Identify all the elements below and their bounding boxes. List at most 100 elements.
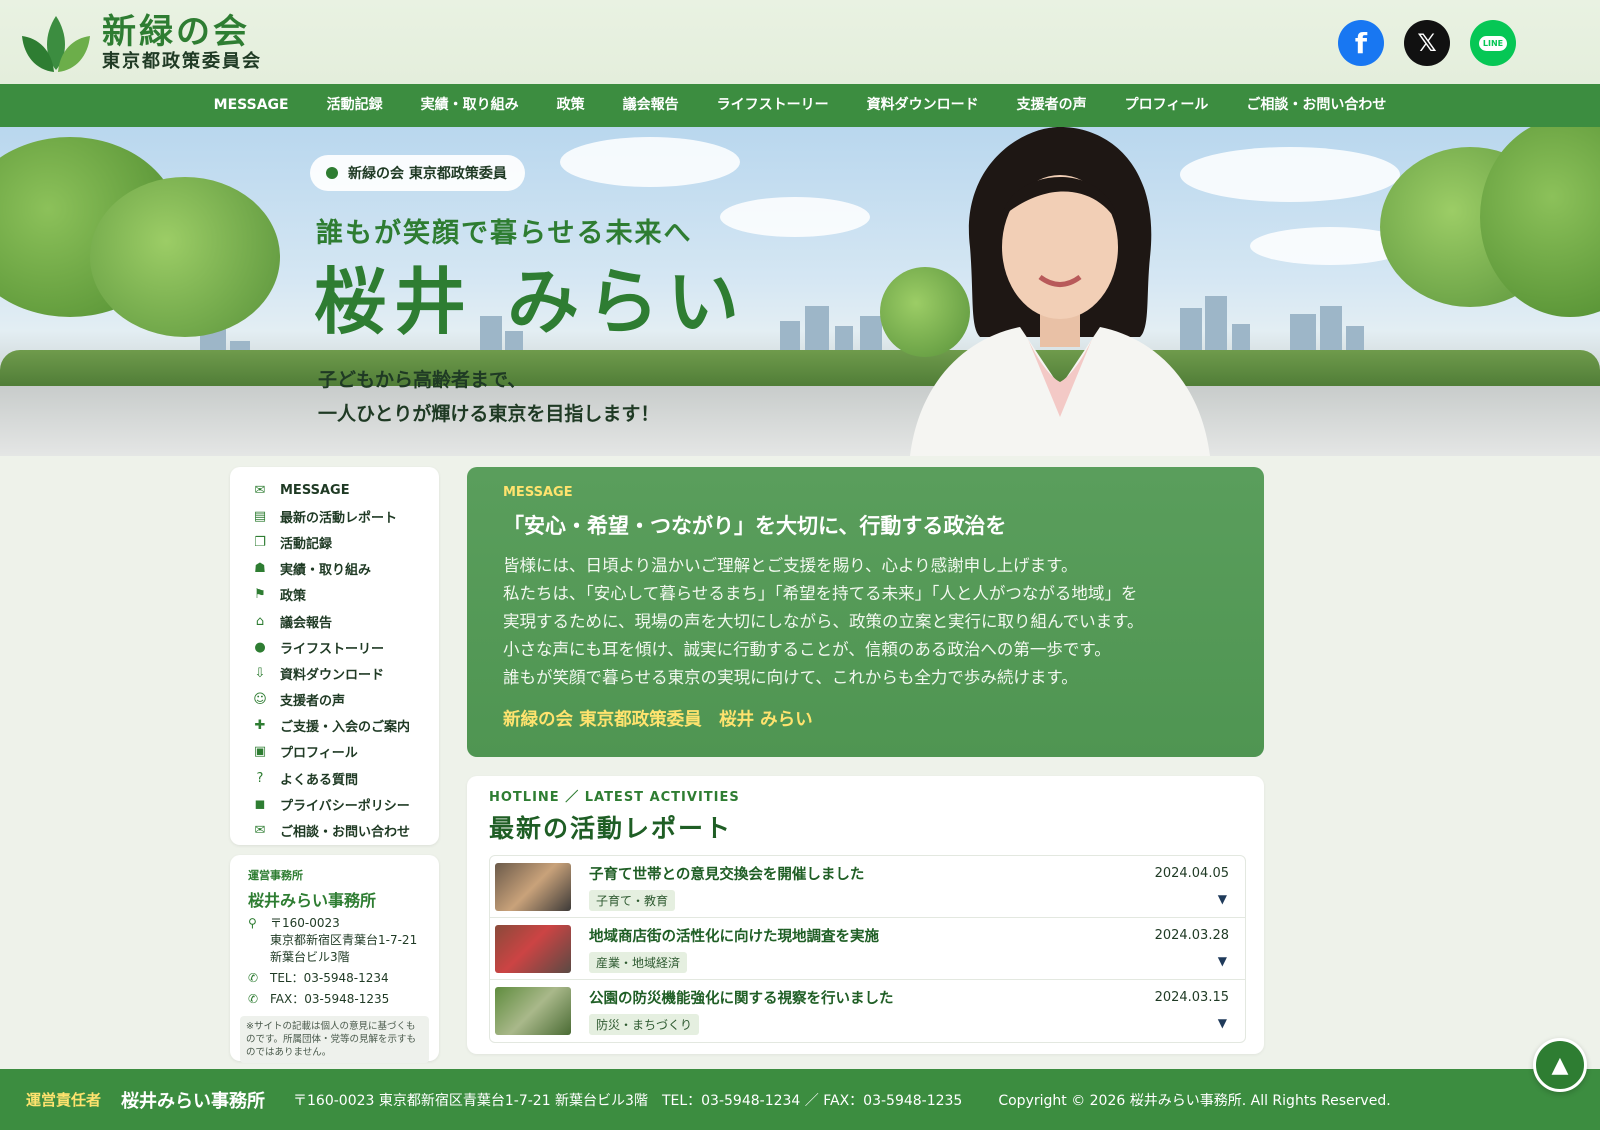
report-tag: 産業・地域経済 xyxy=(589,951,688,973)
building-icon: ⌂ xyxy=(255,613,265,629)
office-info: 運営事務所 桜井みらい事務所 ⚲ 〒160-0023 東京都新宿区青葉台1-7-… xyxy=(230,855,439,1063)
handshake-icon: ☗ xyxy=(254,561,266,577)
fax-icon: ✆ xyxy=(248,992,259,1006)
tree-left xyxy=(90,177,280,337)
reports-list: 子育て世帯との意見交換会を開催しました 子育て・教育 2024.04.05 ▼ … xyxy=(489,855,1246,1043)
nav-profile[interactable]: プロフィール xyxy=(1106,84,1228,127)
site-header: 新緑の会 東京都政策委員会 f 𝕏 LINE xyxy=(0,0,1600,84)
chevron-down-icon[interactable]: ▼ xyxy=(1218,954,1227,968)
reports-kicker: HOTLINE ／ LATEST ACTIVITIES xyxy=(489,790,740,805)
hero-lead: 子どもから高齢者まで、 一人ひとりが輝ける東京を目指します！ xyxy=(318,363,659,431)
sidebar-item-label: 政策 xyxy=(280,589,307,605)
back-to-top-button[interactable]: ▲ xyxy=(1533,1038,1587,1092)
message-card: MESSAGE 「安心・希望・つながり」を大切に、行動する政治を 皆様には、日頃… xyxy=(467,467,1264,757)
sidebar-item-membership[interactable]: ✚ ご支援・入会のご案内 xyxy=(230,713,439,739)
sidebar-item-label: 資料ダウンロード xyxy=(280,667,385,683)
supporter-icon: ✚ xyxy=(254,718,266,734)
sidebar-item-assembly-report[interactable]: ⌂ 議会報告 xyxy=(230,608,439,634)
footer-label: 運営責任者 xyxy=(26,1091,102,1109)
person-icon: ● xyxy=(254,639,266,655)
cloud xyxy=(560,137,740,187)
office-fax-row: ✆ FAX：03-5948-1235 xyxy=(248,991,429,1008)
report-headline: 公園の防災機能強化に関する視察を行いました xyxy=(589,991,894,1007)
sidebar-item-privacy[interactable]: ◼ プライバシーポリシー xyxy=(230,791,439,817)
question-icon: ? xyxy=(256,770,264,786)
message-kicker: MESSAGE xyxy=(503,485,573,500)
sidebar-item-latest-report[interactable]: ▤ 最新の活動レポート xyxy=(230,503,439,529)
nav-achievements[interactable]: 実績・取り組み xyxy=(402,84,538,127)
sidebar-item-message[interactable]: ✉ MESSAGE xyxy=(230,477,439,503)
office-label: 運営事務所 xyxy=(248,869,303,882)
message-line: 実現するために、現場の声を大切にしながら、政策の立案と実行に取り組んでいます。 xyxy=(503,612,1144,631)
main-nav: MESSAGE 活動記録 実績・取り組み 政策 議会報告 ライフストーリー 資料… xyxy=(0,84,1600,127)
book-icon: ❐ xyxy=(254,534,266,550)
sidebar-item-label: 活動記録 xyxy=(280,536,333,552)
nav-downloads[interactable]: 資料ダウンロード xyxy=(848,84,998,127)
tree-line xyxy=(0,350,1600,390)
nav-activity-log[interactable]: 活動記録 xyxy=(308,84,402,127)
nav-assembly-report[interactable]: 議会報告 xyxy=(604,84,698,127)
line-icon-label: LINE xyxy=(1478,35,1508,51)
cloud xyxy=(720,197,870,237)
sidebar-item-label: ライフストーリー xyxy=(280,641,385,657)
candidate-portrait xyxy=(910,127,1210,456)
message-line: 小さな声にも耳を傾け、誠実に行動することが、信頼のある政治への第一歩です。 xyxy=(503,640,1111,659)
office-address2: 新葉台ビル3階 xyxy=(270,950,350,964)
site-logo[interactable]: 新緑の会 東京都政策委員会 xyxy=(22,12,262,74)
facebook-icon[interactable]: f xyxy=(1338,20,1384,66)
id-card-icon: ▣ xyxy=(253,744,267,760)
x-icon[interactable]: 𝕏 xyxy=(1404,20,1450,66)
sidebar-item-label: よくある質問 xyxy=(280,772,359,788)
message-title: 「安心・希望・つながり」を大切に、行動する政治を xyxy=(503,514,1007,538)
report-headline: 地域商店街の活性化に向けた現地調査を実施 xyxy=(589,928,879,945)
leaf-logo-icon xyxy=(22,16,90,72)
report-date: 2024.04.05 xyxy=(1154,866,1229,881)
hero-badge-text: 新緑の会 東京都政策委員 xyxy=(348,166,507,182)
chevron-down-icon[interactable]: ▼ xyxy=(1218,1016,1227,1030)
phone-icon: ✆ xyxy=(248,971,259,985)
reports-title: 最新の活動レポート xyxy=(489,814,733,843)
nav-policy[interactable]: 政策 xyxy=(538,84,604,127)
office-address1: 東京都新宿区青葉台1-7-21 xyxy=(270,933,418,947)
report-thumbnail xyxy=(495,924,571,973)
sidebar-item-policy[interactable]: ⚑ 政策 xyxy=(230,582,439,608)
candidate-name: 桜井 みらい xyxy=(314,260,748,344)
brand-title: 新緑の会 xyxy=(102,12,250,52)
sidebar-item-supporters[interactable]: ☺ 支援者の声 xyxy=(230,687,439,713)
plaza-ground xyxy=(0,386,1600,456)
report-item[interactable]: 子育て世帯との意見交換会を開催しました 子育て・教育 2024.04.05 ▼ xyxy=(490,856,1245,918)
line-icon[interactable]: LINE xyxy=(1470,20,1516,66)
office-fax: FAX：03-5948-1235 xyxy=(270,992,390,1006)
office-disclaimer: ※サイトの記載は個人の意見に基づくものです。所属団体・党等の見解を示すものではあ… xyxy=(240,1016,429,1063)
sidebar-item-contact[interactable]: ✉ ご相談・お問い合わせ xyxy=(230,817,439,843)
report-item[interactable]: 公園の防災機能強化に関する視察を行いました 防災・まちづくり 2024.03.1… xyxy=(490,980,1245,1042)
sidebar-item-label: 最新の活動レポート xyxy=(280,510,398,526)
nav-message[interactable]: MESSAGE xyxy=(195,84,308,127)
report-tag: 子育て・教育 xyxy=(589,889,676,911)
message-line: 皆様には、日頃より温かいご理解とご支援を賜り、心より感謝申し上げます。 xyxy=(503,556,1078,575)
nav-supporters[interactable]: 支援者の声 xyxy=(998,84,1106,127)
sidebar-item-faq[interactable]: ? よくある質問 xyxy=(230,765,439,791)
arrow-up-icon: ▲ xyxy=(1551,1052,1569,1078)
nav-life-story[interactable]: ライフストーリー xyxy=(698,84,848,127)
message-line: 誰もが笑顔で暮らせる東京の実現に向けて、これからも全力で歩み続けます。 xyxy=(503,668,1078,687)
group-icon: ☺ xyxy=(253,692,267,708)
sidebar-item-downloads[interactable]: ⇩ 資料ダウンロード xyxy=(230,660,439,686)
office-tel-row[interactable]: ✆ TEL：03-5948-1234 xyxy=(248,970,429,987)
sidebar-item-achievements[interactable]: ☗ 実績・取り組み xyxy=(230,556,439,582)
report-headline: 子育て世帯との意見交換会を開催しました xyxy=(589,866,865,883)
report-item[interactable]: 地域商店街の活性化に向けた現地調査を実施 産業・地域経済 2024.03.28 … xyxy=(490,918,1245,980)
message-signature: 新緑の会 東京都政策委員 桜井 みらい xyxy=(503,710,813,730)
chevron-down-icon[interactable]: ▼ xyxy=(1218,892,1227,906)
sidebar-item-activity-log[interactable]: ❐ 活動記録 xyxy=(230,529,439,555)
report-date: 2024.03.28 xyxy=(1154,928,1229,943)
sidebar-item-label: 実績・取り組み xyxy=(280,563,372,579)
sidebar-item-profile[interactable]: ▣ プロフィール xyxy=(230,739,439,765)
map-pin-icon: ⚲ xyxy=(248,916,257,930)
sidebar-item-label: MESSAGE xyxy=(280,482,350,498)
nav-contact[interactable]: ご相談・お問い合わせ xyxy=(1227,84,1405,127)
sidebar-item-label: ご相談・お問い合わせ xyxy=(280,825,411,841)
sidebar-item-label: プロフィール xyxy=(280,746,358,762)
hero-lead-line2: 一人ひとりが輝ける東京を目指します！ xyxy=(318,403,660,425)
sidebar-item-life-story[interactable]: ● ライフストーリー xyxy=(230,634,439,660)
